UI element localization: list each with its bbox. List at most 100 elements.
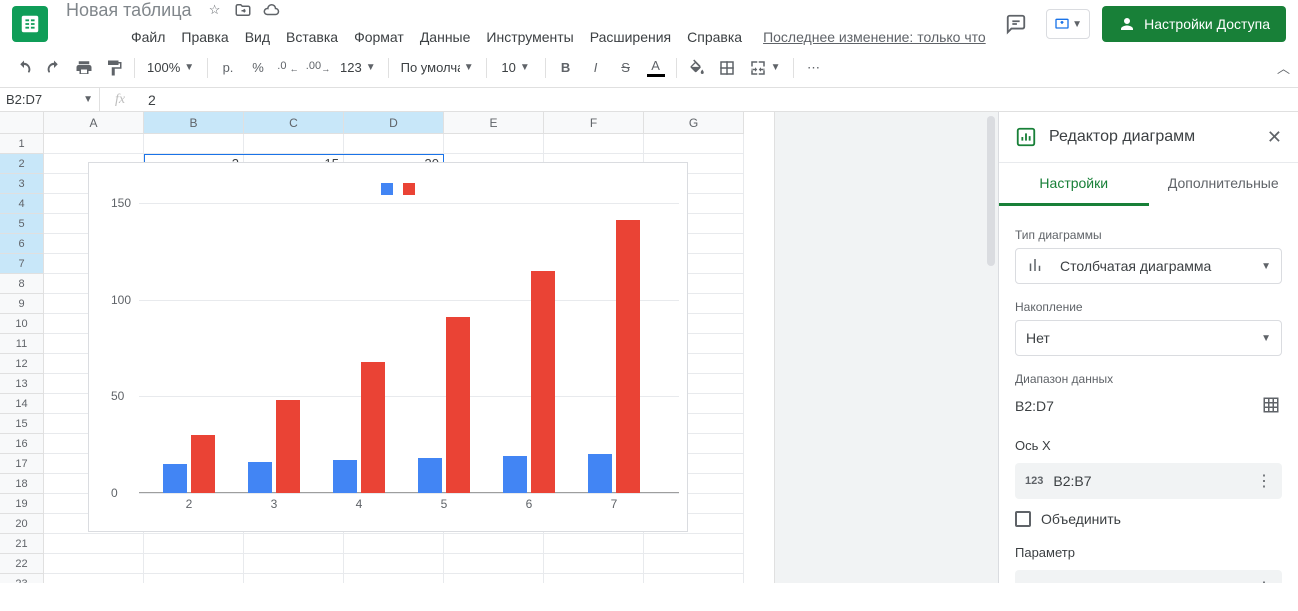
chart-type-select[interactable]: Столбчатая диаграмма ▼ [1015, 248, 1282, 284]
cell[interactable] [244, 534, 344, 554]
row-header[interactable]: 2 [0, 154, 44, 174]
col-header[interactable]: C [244, 112, 344, 134]
row-header[interactable]: 7 [0, 254, 44, 274]
col-header[interactable]: B [144, 112, 244, 134]
close-icon[interactable]: ✕ [1267, 127, 1282, 148]
stacking-select[interactable]: Нет ▼ [1015, 320, 1282, 356]
menu-edit[interactable]: Правка [174, 25, 235, 49]
cell[interactable] [44, 554, 144, 574]
row-header[interactable]: 15 [0, 414, 44, 434]
row-header[interactable]: 14 [0, 394, 44, 414]
present-button[interactable]: ▼ [1046, 9, 1090, 39]
cell[interactable] [444, 574, 544, 583]
row-header[interactable]: 3 [0, 174, 44, 194]
row-header[interactable]: 4 [0, 194, 44, 214]
col-header[interactable]: A [44, 112, 144, 134]
undo-button[interactable] [10, 54, 38, 82]
formula-bar[interactable]: 2 [140, 92, 1298, 108]
col-header[interactable]: D [344, 112, 444, 134]
row-header[interactable]: 20 [0, 514, 44, 534]
col-header[interactable]: E [444, 112, 544, 134]
spreadsheet-grid[interactable]: A B C D E F G 12215303456789101112131415… [0, 112, 774, 583]
select-range-icon[interactable] [1262, 396, 1282, 416]
share-button[interactable]: Настройки Доступа [1102, 6, 1286, 42]
cell[interactable] [144, 534, 244, 554]
row-header[interactable]: 10 [0, 314, 44, 334]
row-header[interactable]: 9 [0, 294, 44, 314]
menu-tools[interactable]: Инструменты [479, 25, 580, 49]
aggregate-checkbox[interactable] [1015, 511, 1031, 527]
decrease-decimal-button[interactable]: .0 ← [274, 54, 302, 82]
name-box[interactable]: B2:D7▼ [0, 88, 100, 111]
menu-format[interactable]: Формат [347, 25, 411, 49]
cell[interactable] [644, 554, 744, 574]
row-header[interactable]: 11 [0, 334, 44, 354]
cell[interactable] [644, 534, 744, 554]
col-header[interactable]: G [644, 112, 744, 134]
series-chip[interactable]: 123 C2:C7 ⋮ [1015, 570, 1282, 583]
row-header[interactable]: 18 [0, 474, 44, 494]
increase-decimal-button[interactable]: .00→ [304, 54, 332, 82]
font-size-dropdown[interactable]: 10▼ [493, 55, 539, 81]
more-options-icon[interactable]: ⋮ [1256, 471, 1272, 491]
cell[interactable] [144, 574, 244, 583]
cell[interactable] [544, 534, 644, 554]
percent-button[interactable]: % [244, 54, 272, 82]
collapse-toolbar-button[interactable]: ︿ [1277, 58, 1290, 77]
cell[interactable] [44, 134, 144, 154]
cell[interactable] [544, 134, 644, 154]
redo-button[interactable] [40, 54, 68, 82]
menu-data[interactable]: Данные [413, 25, 478, 49]
document-title[interactable]: Новая таблица [60, 0, 198, 23]
col-header[interactable]: F [544, 112, 644, 134]
paint-format-button[interactable] [100, 54, 128, 82]
number-format-dropdown[interactable]: 123▼ [334, 55, 382, 81]
last-edit-link[interactable]: Последнее изменение: только что [763, 29, 986, 45]
more-button[interactable]: ⋯ [800, 54, 828, 82]
bold-button[interactable]: B [552, 54, 580, 82]
move-folder-icon[interactable] [234, 1, 252, 19]
cell[interactable] [644, 134, 744, 154]
row-header[interactable]: 21 [0, 534, 44, 554]
row-header[interactable]: 22 [0, 554, 44, 574]
tab-setup[interactable]: Настройки [999, 163, 1149, 206]
cell[interactable] [544, 574, 644, 583]
italic-button[interactable]: I [582, 54, 610, 82]
cell[interactable] [644, 574, 744, 583]
row-header[interactable]: 17 [0, 454, 44, 474]
comments-button[interactable] [998, 6, 1034, 42]
fill-color-button[interactable] [683, 54, 711, 82]
font-dropdown[interactable]: По умолча...▼ [395, 55, 480, 81]
cell[interactable] [244, 554, 344, 574]
zoom-dropdown[interactable]: 100%▼ [141, 55, 201, 81]
row-header[interactable]: 5 [0, 214, 44, 234]
row-header[interactable]: 1 [0, 134, 44, 154]
cell[interactable] [244, 574, 344, 583]
scrollbar-thumb[interactable] [987, 116, 995, 266]
row-header[interactable]: 6 [0, 234, 44, 254]
menu-insert[interactable]: Вставка [279, 25, 345, 49]
cell[interactable] [344, 134, 444, 154]
cell[interactable] [44, 574, 144, 583]
merge-cells-button[interactable]: ▼ [743, 55, 787, 81]
cell[interactable] [344, 554, 444, 574]
cell[interactable] [444, 134, 544, 154]
more-options-icon[interactable]: ⋮ [1256, 578, 1272, 583]
data-range-value[interactable]: B2:D7 [1015, 398, 1054, 414]
menu-help[interactable]: Справка [680, 25, 749, 49]
tab-customize[interactable]: Дополнительные [1149, 163, 1298, 206]
row-header[interactable]: 12 [0, 354, 44, 374]
cell[interactable] [544, 554, 644, 574]
sheets-logo[interactable] [12, 6, 48, 42]
x-axis-chip[interactable]: 123 B2:B7 ⋮ [1015, 463, 1282, 499]
cell[interactable] [144, 554, 244, 574]
row-header[interactable]: 23 [0, 574, 44, 583]
chart-object[interactable]: 050100150234567 [88, 162, 688, 532]
cell[interactable] [244, 134, 344, 154]
row-header[interactable]: 19 [0, 494, 44, 514]
menu-extensions[interactable]: Расширения [583, 25, 678, 49]
cloud-status-icon[interactable] [262, 1, 280, 19]
star-icon[interactable]: ☆ [206, 1, 224, 19]
text-color-button[interactable]: A [642, 54, 670, 82]
borders-button[interactable] [713, 54, 741, 82]
